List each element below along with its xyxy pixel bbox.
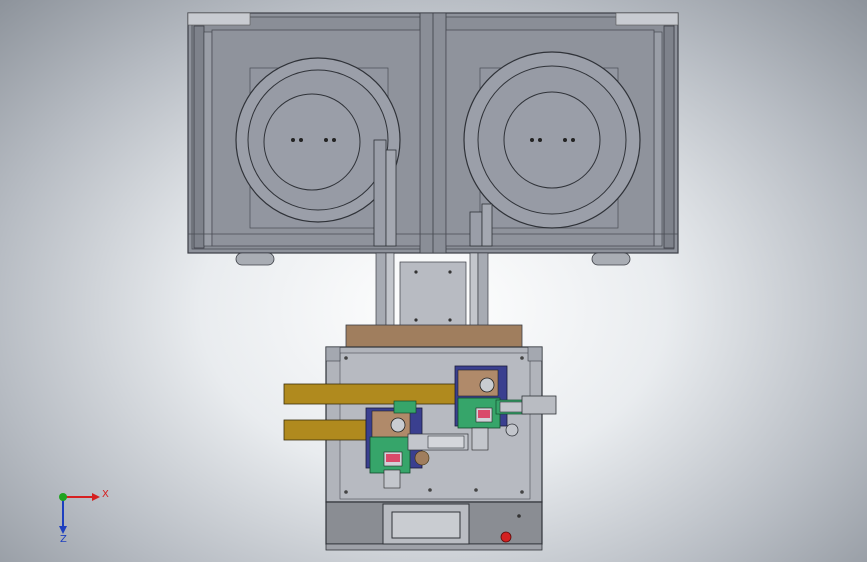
wooden-spacer-block xyxy=(345,324,523,348)
emergency-stop-button[interactable] xyxy=(500,531,512,543)
z-axis-label: Z xyxy=(60,534,67,544)
y-axis-dot xyxy=(59,493,67,501)
cad-viewport[interactable] xyxy=(0,0,867,562)
z-axis-arrowhead xyxy=(59,526,67,534)
x-axis-label: X xyxy=(102,489,109,500)
left-vibratory-bowl[interactable] xyxy=(235,57,401,247)
coordinate-triad: X Z xyxy=(59,489,109,544)
indicator-light xyxy=(517,514,521,518)
right-vibratory-bowl[interactable] xyxy=(463,51,641,247)
x-axis-arrowhead xyxy=(92,493,100,501)
